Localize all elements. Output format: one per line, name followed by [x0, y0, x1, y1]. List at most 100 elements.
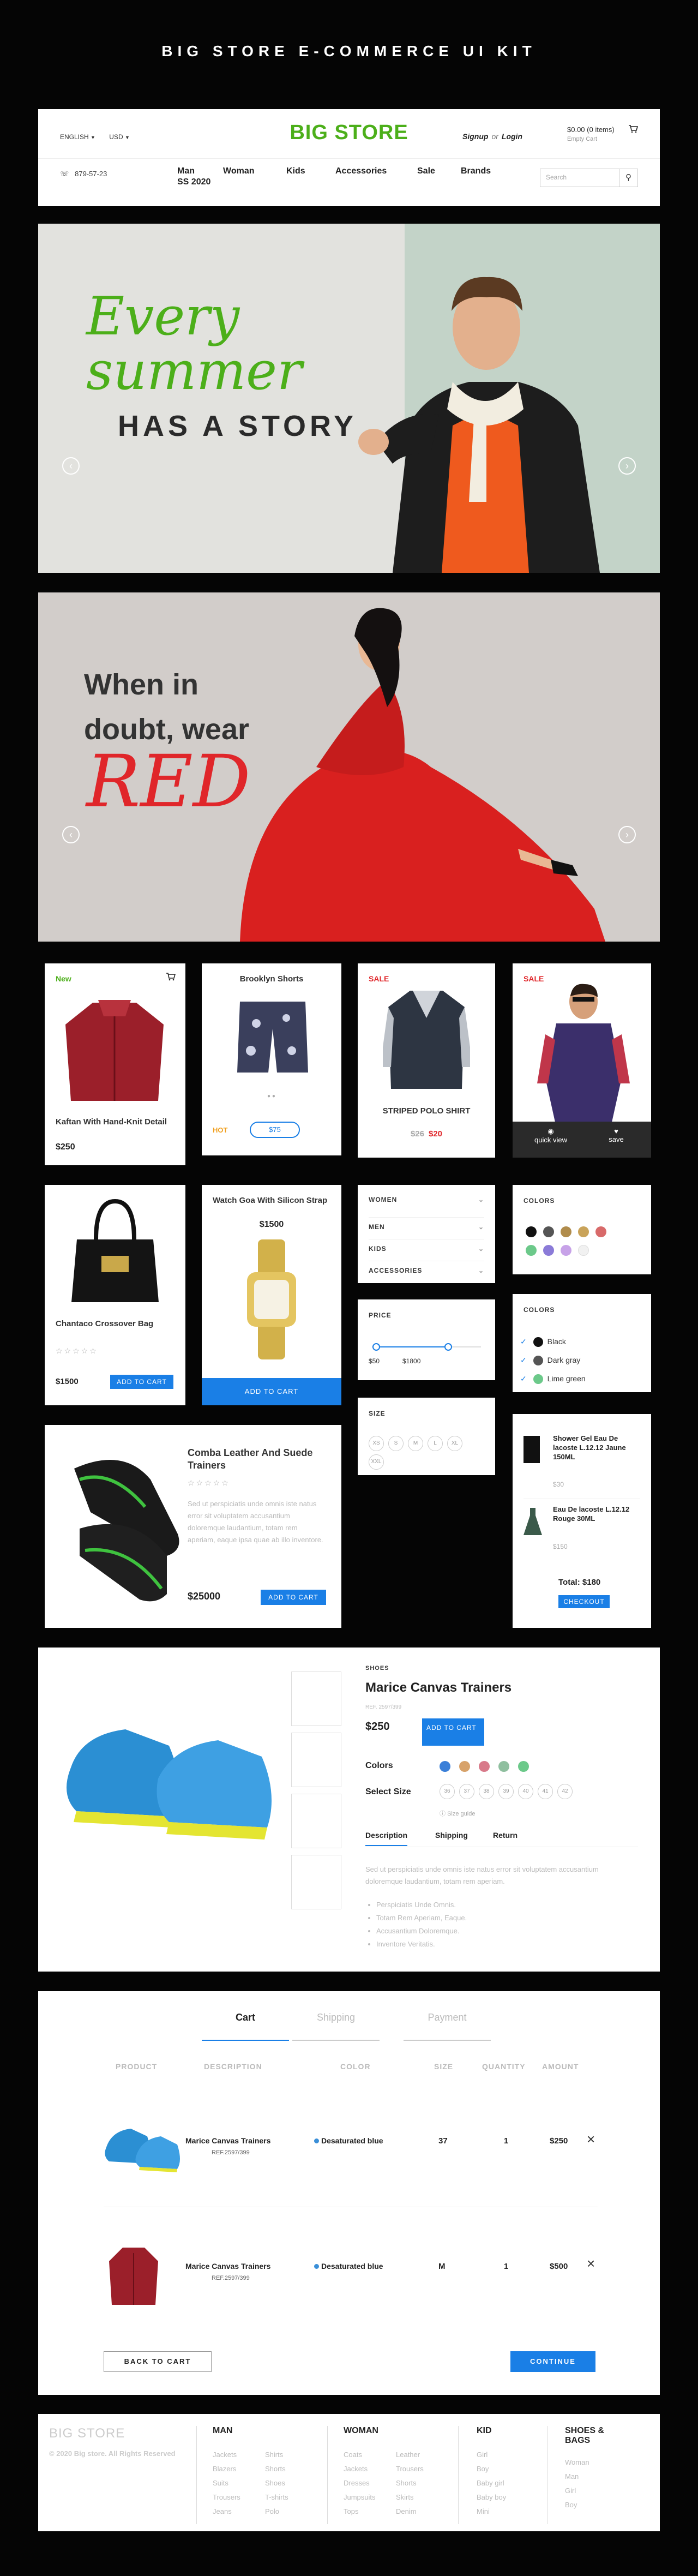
footer-link[interactable]: Polo: [265, 2505, 314, 2519]
login-link[interactable]: Login: [502, 132, 522, 141]
save-button[interactable]: ♥ save: [594, 1127, 638, 1143]
rating-stars[interactable]: ☆☆☆☆☆: [188, 1478, 230, 1488]
size-option[interactable]: 39: [498, 1784, 514, 1799]
hero-banner-summer[interactable]: Every summer HAS A STORY ‹ ›: [38, 224, 660, 573]
color-swatch[interactable]: [578, 1226, 589, 1237]
product-card-shirt[interactable]: SALE ◉ quick view ♥ save: [513, 963, 651, 1158]
product-thumbnail[interactable]: [291, 1672, 341, 1726]
add-to-cart-button[interactable]: ADD TO CART: [422, 1718, 484, 1746]
footer-logo[interactable]: BIG STORE: [49, 2426, 125, 2441]
size-option[interactable]: 42: [557, 1784, 573, 1799]
carousel-prev-icon[interactable]: ‹: [62, 826, 80, 843]
footer-link[interactable]: Shorts: [396, 2476, 445, 2490]
footer-link[interactable]: Leather: [396, 2448, 445, 2462]
nav-item-sale[interactable]: Sale: [417, 166, 435, 176]
tab-cart[interactable]: Cart: [202, 2012, 289, 2041]
size-option[interactable]: XS: [369, 1436, 384, 1451]
product-card-bag[interactable]: Chantaco Crossover Bag ☆☆☆☆☆ $1500 ADD T…: [45, 1185, 185, 1405]
product-card-watch[interactable]: Watch Goa With Silicon Strap $1500 ADD T…: [202, 1185, 341, 1405]
signup-link[interactable]: Signup: [462, 132, 488, 141]
footer-link[interactable]: Mini: [477, 2505, 526, 2519]
color-swatch[interactable]: [578, 1245, 589, 1256]
nav-item-kids[interactable]: Kids: [286, 166, 305, 176]
footer-link[interactable]: Dresses: [344, 2476, 393, 2490]
product-name[interactable]: Brooklyn Shorts: [202, 974, 341, 984]
product-name[interactable]: Watch Goa With Silicon Strap: [213, 1196, 333, 1206]
size-option[interactable]: 37: [459, 1784, 474, 1799]
carousel-dots[interactable]: ● ●: [267, 1093, 275, 1099]
product-card-polo[interactable]: SALE STRIPED POLO SHIRT $26 $20: [358, 963, 495, 1158]
product-card-kaftan[interactable]: New Kaftan With Hand-Knit Detail $250: [45, 963, 185, 1165]
mini-cart-item[interactable]: Shower Gel Eau De lacoste L.12.12 Jaune …: [524, 1434, 640, 1499]
color-swatch[interactable]: [526, 1245, 537, 1256]
quick-view-button[interactable]: ◉ quick view: [529, 1127, 573, 1144]
footer-link[interactable]: Trousers: [213, 2490, 262, 2505]
size-option[interactable]: XL: [447, 1436, 462, 1451]
color-swatch[interactable]: [440, 1761, 450, 1772]
search-input[interactable]: Search ⚲: [540, 169, 638, 187]
footer-link[interactable]: Coats: [344, 2448, 393, 2462]
tab-description[interactable]: Description: [365, 1831, 408, 1846]
footer-link[interactable]: Jackets: [344, 2462, 393, 2476]
color-option-lime-green[interactable]: ✓ Lime green: [520, 1369, 586, 1388]
footer-link[interactable]: Boy: [565, 2498, 630, 2512]
mini-cart-item[interactable]: Eau De lacoste L.12.12 Rouge 30ML $150: [524, 1505, 640, 1559]
product-thumbnail[interactable]: [291, 1794, 341, 1848]
footer-link[interactable]: Baby girl: [477, 2476, 526, 2490]
price-slider-handle-max[interactable]: [444, 1343, 452, 1351]
footer-link[interactable]: Denim: [396, 2505, 445, 2519]
remove-icon[interactable]: ×: [587, 2255, 595, 2272]
color-swatch[interactable]: [561, 1245, 571, 1256]
hero-banner-red[interactable]: When in doubt, wear RED ‹ ›: [38, 592, 660, 942]
cart-icon[interactable]: [628, 124, 639, 136]
size-option[interactable]: XXL: [369, 1454, 384, 1470]
tab-shipping[interactable]: Shipping: [292, 2012, 380, 2041]
footer-link[interactable]: Jumpsuits: [344, 2490, 393, 2505]
footer-link[interactable]: Blazers: [213, 2462, 262, 2476]
search-icon[interactable]: ⚲: [619, 169, 637, 187]
product-name[interactable]: STRIPED POLO SHIRT: [358, 1106, 495, 1116]
nav-item-man[interactable]: Man: [177, 166, 195, 176]
product-name[interactable]: Comba Leather And Suede Trainers: [188, 1447, 318, 1472]
header-cart[interactable]: $0.00 (0 items) Empty Cart: [567, 125, 639, 142]
checkout-button[interactable]: CHECKOUT: [558, 1595, 610, 1608]
color-swatch[interactable]: [459, 1761, 470, 1772]
tab-shipping[interactable]: Shipping: [435, 1831, 468, 1840]
price-slider-handle-min[interactable]: [372, 1343, 380, 1351]
product-name[interactable]: Chantaco Crossover Bag: [56, 1319, 176, 1329]
footer-link[interactable]: Trousers: [396, 2462, 445, 2476]
footer-link[interactable]: Shirts: [265, 2448, 314, 2462]
footer-link[interactable]: T-shirts: [265, 2490, 314, 2505]
color-option-dark-gray[interactable]: ✓ Dark gray: [520, 1351, 586, 1369]
footer-link[interactable]: Tops: [344, 2505, 393, 2519]
footer-link[interactable]: Man: [565, 2470, 630, 2484]
footer-link[interactable]: Jackets: [213, 2448, 262, 2462]
footer-link[interactable]: Skirts: [396, 2490, 445, 2505]
rating-stars[interactable]: ☆☆☆☆☆: [56, 1346, 98, 1356]
cart-empty-link[interactable]: Empty Cart: [567, 136, 615, 142]
color-swatch[interactable]: [543, 1245, 554, 1256]
product-thumbnail[interactable]: [291, 1733, 341, 1787]
price-slider-track[interactable]: [372, 1343, 481, 1351]
color-option-black[interactable]: ✓ Black: [520, 1332, 586, 1351]
carousel-next-icon[interactable]: ›: [618, 457, 636, 475]
color-swatch[interactable]: [526, 1226, 537, 1237]
product-thumbnail[interactable]: [291, 1855, 341, 1909]
footer-link[interactable]: Jeans: [213, 2505, 262, 2519]
footer-link[interactable]: Woman: [565, 2455, 630, 2470]
color-swatch[interactable]: [479, 1761, 490, 1772]
category-item-women[interactable]: WOMEN ⌄: [369, 1196, 484, 1218]
size-option[interactable]: 36: [440, 1784, 455, 1799]
product-name[interactable]: Kaftan With Hand-Knit Detail: [56, 1117, 176, 1127]
add-to-cart-button[interactable]: ADD TO CART: [110, 1375, 173, 1389]
footer-link[interactable]: Boy: [477, 2462, 526, 2476]
footer-link[interactable]: Shoes: [265, 2476, 314, 2490]
color-swatch[interactable]: [498, 1761, 509, 1772]
remove-icon[interactable]: ×: [587, 2131, 595, 2148]
product-card-shorts[interactable]: Brooklyn Shorts ● ● HOT $75: [202, 963, 341, 1155]
footer-link[interactable]: Suits: [213, 2476, 262, 2490]
back-to-cart-button[interactable]: BACK TO CART: [104, 2351, 212, 2372]
continue-button[interactable]: CONTINUE: [510, 2351, 595, 2372]
category-item-accessories[interactable]: ACCESSORIES ⌄: [369, 1261, 484, 1283]
color-swatch[interactable]: [518, 1761, 529, 1772]
